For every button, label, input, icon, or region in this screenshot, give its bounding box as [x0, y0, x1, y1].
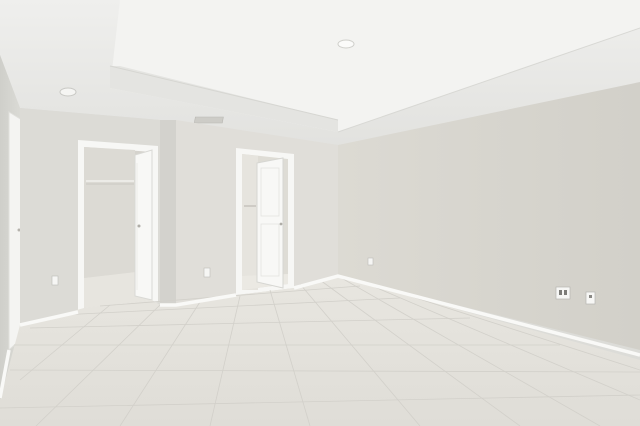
- air-vent: [193, 116, 224, 124]
- wall-outlet: [203, 267, 211, 278]
- closet-door: [134, 149, 153, 301]
- bathroom-doorway: [236, 148, 294, 295]
- smoke-detector: [59, 87, 77, 97]
- ceiling-light-fixture: [337, 39, 355, 49]
- wall-outlet: [367, 257, 374, 266]
- ethernet-plate: [555, 286, 571, 300]
- wall-outlet: [51, 275, 59, 286]
- room-photo: [0, 0, 640, 426]
- wall-pillar: [160, 120, 176, 305]
- closet-doorway: [78, 140, 158, 312]
